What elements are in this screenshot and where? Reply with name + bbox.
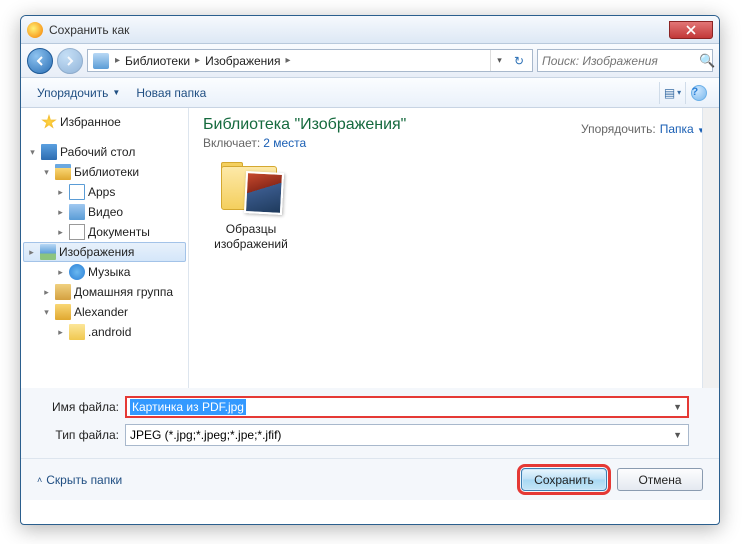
toolbar: Упорядочить ▼ Новая папка ▤▾ ?: [21, 78, 719, 108]
tree-label: Видео: [88, 205, 123, 219]
expand-icon[interactable]: ▾: [41, 167, 52, 178]
app-icon: [27, 22, 43, 38]
tree-item[interactable]: ▸ Изображения: [23, 242, 186, 262]
expand-icon[interactable]: ▸: [55, 227, 66, 238]
tree-item[interactable]: ▾ Рабочий стол: [21, 142, 188, 162]
arrange-by: Упорядочить: Папка ▼: [581, 122, 705, 136]
nav-forward-button[interactable]: [57, 48, 83, 74]
chevron-up-icon: ˄: [37, 475, 42, 485]
expand-icon[interactable]: ▸: [26, 247, 37, 258]
cancel-button[interactable]: Отмена: [617, 468, 703, 491]
search-icon[interactable]: 🔍: [699, 53, 715, 69]
fav-icon: [41, 114, 57, 130]
tree-label: Документы: [88, 225, 150, 239]
search-box[interactable]: 🔍: [537, 49, 713, 72]
filename-label: Имя файла:: [35, 400, 125, 414]
hide-folders-button[interactable]: ˄ Скрыть папки: [37, 473, 122, 487]
expand-icon[interactable]: ▸: [55, 327, 66, 338]
search-input[interactable]: [542, 54, 699, 68]
tree-label: Apps: [88, 185, 115, 199]
save-button[interactable]: Сохранить: [521, 468, 607, 491]
dialog-footer: ˄ Скрыть папки Сохранить Отмена: [21, 458, 719, 500]
tree-label: Рабочий стол: [60, 145, 135, 159]
tree-item[interactable]: Избранное: [21, 112, 188, 132]
includes-link[interactable]: 2 места: [263, 136, 306, 150]
titlebar: Сохранить как: [21, 16, 719, 44]
nav-back-button[interactable]: [27, 48, 53, 74]
help-button[interactable]: ?: [685, 82, 711, 104]
breadcrumb-bar[interactable]: ▸ Библиотеки ▸ Изображения ▸ ▾ ↻: [87, 49, 533, 72]
expand-icon[interactable]: ▸: [55, 207, 66, 218]
filename-input[interactable]: Картинка из PDF.jpg: [130, 399, 246, 415]
scrollbar-vertical[interactable]: [702, 108, 719, 388]
expand-icon[interactable]: ▾: [27, 147, 38, 158]
folder-icon: [215, 162, 287, 218]
tree-item[interactable]: ▸ .android: [21, 322, 188, 342]
home-icon: [55, 284, 71, 300]
mus-icon: [69, 264, 85, 280]
refresh-button[interactable]: ↻: [508, 50, 530, 71]
tree-label: Музыка: [88, 265, 130, 279]
arrange-dropdown[interactable]: Папка ▼: [660, 122, 705, 136]
chevron-down-icon[interactable]: ▼: [671, 402, 684, 412]
folder-label: Образцы изображений: [203, 222, 299, 252]
expand-icon[interactable]: ▸: [55, 267, 66, 278]
user-icon: [55, 304, 71, 320]
file-list-pane[interactable]: Библиотека "Изображения" Включает: 2 мес…: [189, 108, 719, 388]
new-folder-button[interactable]: Новая папка: [128, 82, 214, 104]
breadcrumb-segment[interactable]: Изображения: [203, 54, 282, 68]
chevron-right-icon[interactable]: ▸: [192, 55, 203, 66]
filetype-combobox[interactable]: JPEG (*.jpg;*.jpeg;*.jpe;*.jfif) ▼: [125, 424, 689, 446]
location-icon: [93, 53, 109, 69]
tree-item[interactable]: ▸ Документы: [21, 222, 188, 242]
expand-icon[interactable]: ▸: [41, 287, 52, 298]
chevron-right-icon[interactable]: ▸: [112, 55, 123, 66]
tree-label: .android: [88, 325, 131, 339]
chevron-down-icon[interactable]: ▼: [671, 430, 684, 440]
view-options-button[interactable]: ▤▾: [659, 82, 685, 104]
window-title: Сохранить как: [49, 23, 669, 37]
tree-label: Alexander: [74, 305, 128, 319]
vid-icon: [69, 204, 85, 220]
app-icon: [69, 184, 85, 200]
tree-item[interactable]: ▾ Alexander: [21, 302, 188, 322]
chevron-right-icon[interactable]: ▸: [283, 55, 294, 66]
library-subtitle: Включает: 2 места: [203, 136, 705, 150]
breadcrumb-dropdown-button[interactable]: ▾: [490, 50, 508, 71]
img-icon: [40, 244, 56, 260]
lib-icon: [55, 164, 71, 180]
organize-button[interactable]: Упорядочить ▼: [29, 82, 128, 104]
doc-icon: [69, 224, 85, 240]
tree-item[interactable]: ▸ Домашняя группа: [21, 282, 188, 302]
chevron-down-icon: ▼: [112, 88, 120, 97]
filetype-value: JPEG (*.jpg;*.jpeg;*.jpe;*.jfif): [130, 428, 281, 442]
tree-item[interactable]: ▸ Музыка: [21, 262, 188, 282]
tree-item[interactable]: ▾ Библиотеки: [21, 162, 188, 182]
tree-item[interactable]: ▸ Apps: [21, 182, 188, 202]
folder-item[interactable]: Образцы изображений: [203, 162, 299, 252]
desk-icon: [41, 144, 57, 160]
navigation-bar: ▸ Библиотеки ▸ Изображения ▸ ▾ ↻ 🔍: [21, 44, 719, 78]
breadcrumb-segment[interactable]: Библиотеки: [123, 54, 192, 68]
tree-label: Изображения: [59, 245, 134, 259]
fold-icon: [69, 324, 85, 340]
tree-label: Избранное: [60, 115, 121, 129]
expand-icon[interactable]: ▾: [41, 307, 52, 318]
save-as-dialog: Сохранить как ▸ Библиотеки ▸ Изображения…: [20, 15, 720, 525]
expand-icon[interactable]: ▸: [55, 187, 66, 198]
close-button[interactable]: [669, 21, 713, 39]
filetype-label: Тип файла:: [35, 428, 125, 442]
tree-item[interactable]: ▸ Видео: [21, 202, 188, 222]
tree-label: Библиотеки: [74, 165, 139, 179]
tree-label: Домашняя группа: [74, 285, 173, 299]
filename-combobox[interactable]: Картинка из PDF.jpg ▼: [125, 396, 689, 418]
filename-panel: Имя файла: Картинка из PDF.jpg ▼ Тип фай…: [21, 388, 719, 458]
navigation-tree[interactable]: Избранное ▾ Рабочий стол ▾ Библиотеки ▸ Apps ▸ В…: [21, 108, 189, 388]
